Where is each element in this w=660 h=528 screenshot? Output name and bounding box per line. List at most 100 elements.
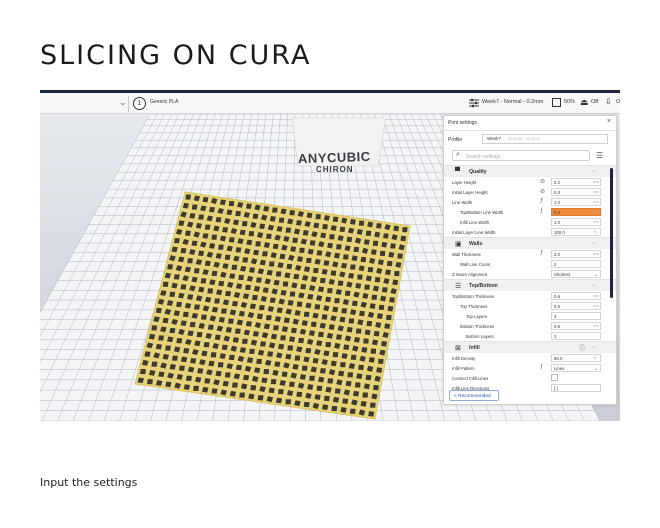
printer-brand: ANYCUBIC bbox=[297, 148, 371, 167]
material-label[interactable]: Generic PLA bbox=[150, 99, 178, 105]
setting-top-layers: Top Layers 3 bbox=[444, 311, 616, 321]
setting-label: Bottom Layers bbox=[466, 334, 494, 339]
support-icon[interactable] bbox=[552, 98, 561, 107]
setting-label: Top Layers bbox=[466, 314, 488, 319]
chevron-down-icon[interactable]: ⌄ bbox=[119, 97, 127, 108]
search-placeholder: Search settings bbox=[466, 154, 501, 160]
close-icon[interactable]: × bbox=[607, 118, 611, 125]
setting-layer-height: Layer Height ⊘ 0.2 mm bbox=[444, 177, 616, 187]
category-infill[interactable]: ⊠ Infill ⓘ ⌄ bbox=[444, 341, 616, 353]
info-icon[interactable]: ⓘ bbox=[579, 343, 585, 352]
setting-z-seam-alignment: Z Seam Alignment Shortest ⌄ bbox=[444, 269, 616, 279]
chevron-down-icon: ⌄ bbox=[591, 344, 596, 350]
setting-unit: mm bbox=[593, 220, 600, 224]
setting-label: Z Seam Alignment bbox=[452, 272, 488, 277]
setting-value: 0.6 bbox=[554, 294, 560, 299]
setting-value: 50.0 bbox=[554, 356, 563, 361]
function-icon[interactable]: ƒ bbox=[540, 198, 543, 204]
link-icon[interactable]: ⊘ bbox=[540, 188, 545, 195]
slide-caption: Input the settings bbox=[40, 476, 138, 489]
walls-icon: ▣ bbox=[455, 241, 462, 248]
setting-label: Initial Layer Height bbox=[452, 190, 488, 195]
setting-value: 1.0 bbox=[554, 220, 560, 225]
toolbar-divider bbox=[128, 96, 129, 112]
setting-value: 3 bbox=[554, 334, 557, 339]
category-label: Top/Bottom bbox=[469, 283, 498, 289]
function-icon[interactable]: ƒ bbox=[540, 208, 543, 214]
setting-label: Infill Line Width bbox=[460, 220, 490, 225]
extra-value[interactable]: Of bbox=[616, 99, 620, 105]
setting-initial-layer-line-width: Initial Layer Line Width 100.0 % bbox=[444, 227, 616, 237]
setting-line-width: Line Width ƒ 1.0 mm bbox=[444, 197, 616, 207]
setting-infill-pattern: Infill Pattern ƒ Lines ⌄ bbox=[444, 363, 616, 373]
panel-header: Print settings × bbox=[444, 116, 616, 131]
setting-label: Initial Layer Line Width bbox=[452, 230, 496, 235]
category-top-bottom[interactable]: ☰ Top/Bottom ⌄ bbox=[444, 279, 616, 291]
setting-unit: mm bbox=[593, 294, 600, 298]
setting-initial-layer-height: Initial Layer Height ⊘ 0.3 mm bbox=[444, 187, 616, 197]
scrollbar[interactable] bbox=[610, 168, 613, 298]
profile-value: Week7 bbox=[487, 136, 501, 141]
setting-wall-thickness: Wall Thickness ƒ 2.0 mm bbox=[444, 249, 616, 259]
setting-label: Wall Thickness bbox=[452, 252, 481, 257]
setting-field[interactable] bbox=[551, 332, 601, 340]
profile-label: Profile bbox=[448, 137, 463, 143]
setting-label: Wall Line Count bbox=[460, 262, 491, 267]
setting-label: Layer Height bbox=[452, 180, 477, 185]
chevron-down-icon: ⌄ bbox=[591, 282, 596, 288]
setting-infill-line-width: Infill Line Width 1.0 mm bbox=[444, 217, 616, 227]
support-value[interactable]: 50% bbox=[564, 99, 575, 105]
print-profile-selector[interactable]: Week7 - Normal - 0.2mm bbox=[482, 99, 543, 105]
function-icon[interactable]: ƒ bbox=[540, 364, 543, 370]
category-label: Quality bbox=[469, 169, 487, 175]
setting-bottom-layers: Bottom Layers 3 bbox=[444, 331, 616, 341]
slide-title: SLICING ON CURA bbox=[40, 40, 312, 71]
category-label: Walls bbox=[469, 241, 483, 247]
setting-label: Top/Bottom Line Width bbox=[460, 210, 504, 215]
adhesion-icon[interactable]: ⏏ bbox=[580, 97, 589, 108]
setting-value: Shortest bbox=[554, 272, 571, 277]
setting-infill-density: Infill Density 50.0 % bbox=[444, 353, 616, 363]
top-toolbar: ⌄ 1 Generic PLA Week7 - Normal - 0.2mm 5… bbox=[40, 90, 620, 114]
menu-icon[interactable]: ☰ bbox=[596, 151, 603, 160]
function-icon[interactable]: ƒ bbox=[540, 250, 543, 256]
setting-label: Top Thickness bbox=[460, 304, 488, 309]
checkbox[interactable] bbox=[551, 374, 558, 381]
category-walls[interactable]: ▣ Walls ⌄ bbox=[444, 237, 616, 249]
setting-unit: mm bbox=[593, 210, 600, 214]
adhesion-value[interactable]: Off bbox=[591, 99, 598, 105]
recommended-button[interactable]: < Recommended bbox=[449, 390, 499, 401]
top-bottom-icon: ☰ bbox=[455, 283, 462, 290]
quality-icon: ▀ bbox=[455, 168, 460, 175]
setting-value: 0.6 bbox=[554, 324, 560, 329]
print-settings-panel: Print settings × Profile Week7 Normal - … bbox=[443, 115, 617, 405]
setting-top-bottom-line-width: Top/Bottom Line Width ƒ 0.4 mm bbox=[444, 207, 616, 217]
setting-field[interactable] bbox=[551, 260, 601, 268]
setting-value: 100.0 bbox=[554, 230, 565, 235]
extruder-badge[interactable]: 1 bbox=[133, 97, 146, 110]
chevron-down-icon: ⌄ bbox=[594, 366, 599, 372]
search-icon: ⌕ bbox=[456, 151, 460, 158]
setting-unit: mm bbox=[593, 190, 600, 194]
setting-top-thickness: Top Thickness 0.6 mm bbox=[444, 301, 616, 311]
sliders-icon[interactable] bbox=[468, 98, 480, 108]
setting-label: Line Width bbox=[452, 200, 473, 205]
setting-value: [ ] bbox=[554, 386, 558, 391]
link-icon[interactable]: ⊘ bbox=[540, 178, 545, 185]
chevron-down-icon: ⌄ bbox=[591, 240, 596, 246]
settings-list: ▀ Quality ⌄ Layer Height ⊘ 0.2 mm Initia… bbox=[444, 165, 616, 393]
setting-unit: mm bbox=[593, 252, 600, 256]
setting-label: Infill Pattern bbox=[452, 366, 475, 371]
category-quality[interactable]: ▀ Quality ⌄ bbox=[444, 165, 616, 177]
setting-label: Infill Density bbox=[452, 356, 476, 361]
setting-wall-line-count: Wall Line Count 2 bbox=[444, 259, 616, 269]
setting-value: 0.3 bbox=[554, 190, 560, 195]
download-icon[interactable]: ⇩ bbox=[605, 97, 612, 106]
setting-field[interactable] bbox=[551, 384, 601, 392]
setting-value: 0.4 bbox=[554, 210, 560, 215]
setting-field[interactable] bbox=[551, 312, 601, 320]
cura-screenshot: ANYCUBIC CHIRON ⌄ 1 Generic PLA Week7 - … bbox=[40, 90, 620, 421]
setting-value: 2 bbox=[554, 262, 557, 267]
printer-model: CHIRON bbox=[316, 165, 354, 174]
setting-top-bottom-thickness: Top/Bottom Thickness 0.6 mm bbox=[444, 291, 616, 301]
